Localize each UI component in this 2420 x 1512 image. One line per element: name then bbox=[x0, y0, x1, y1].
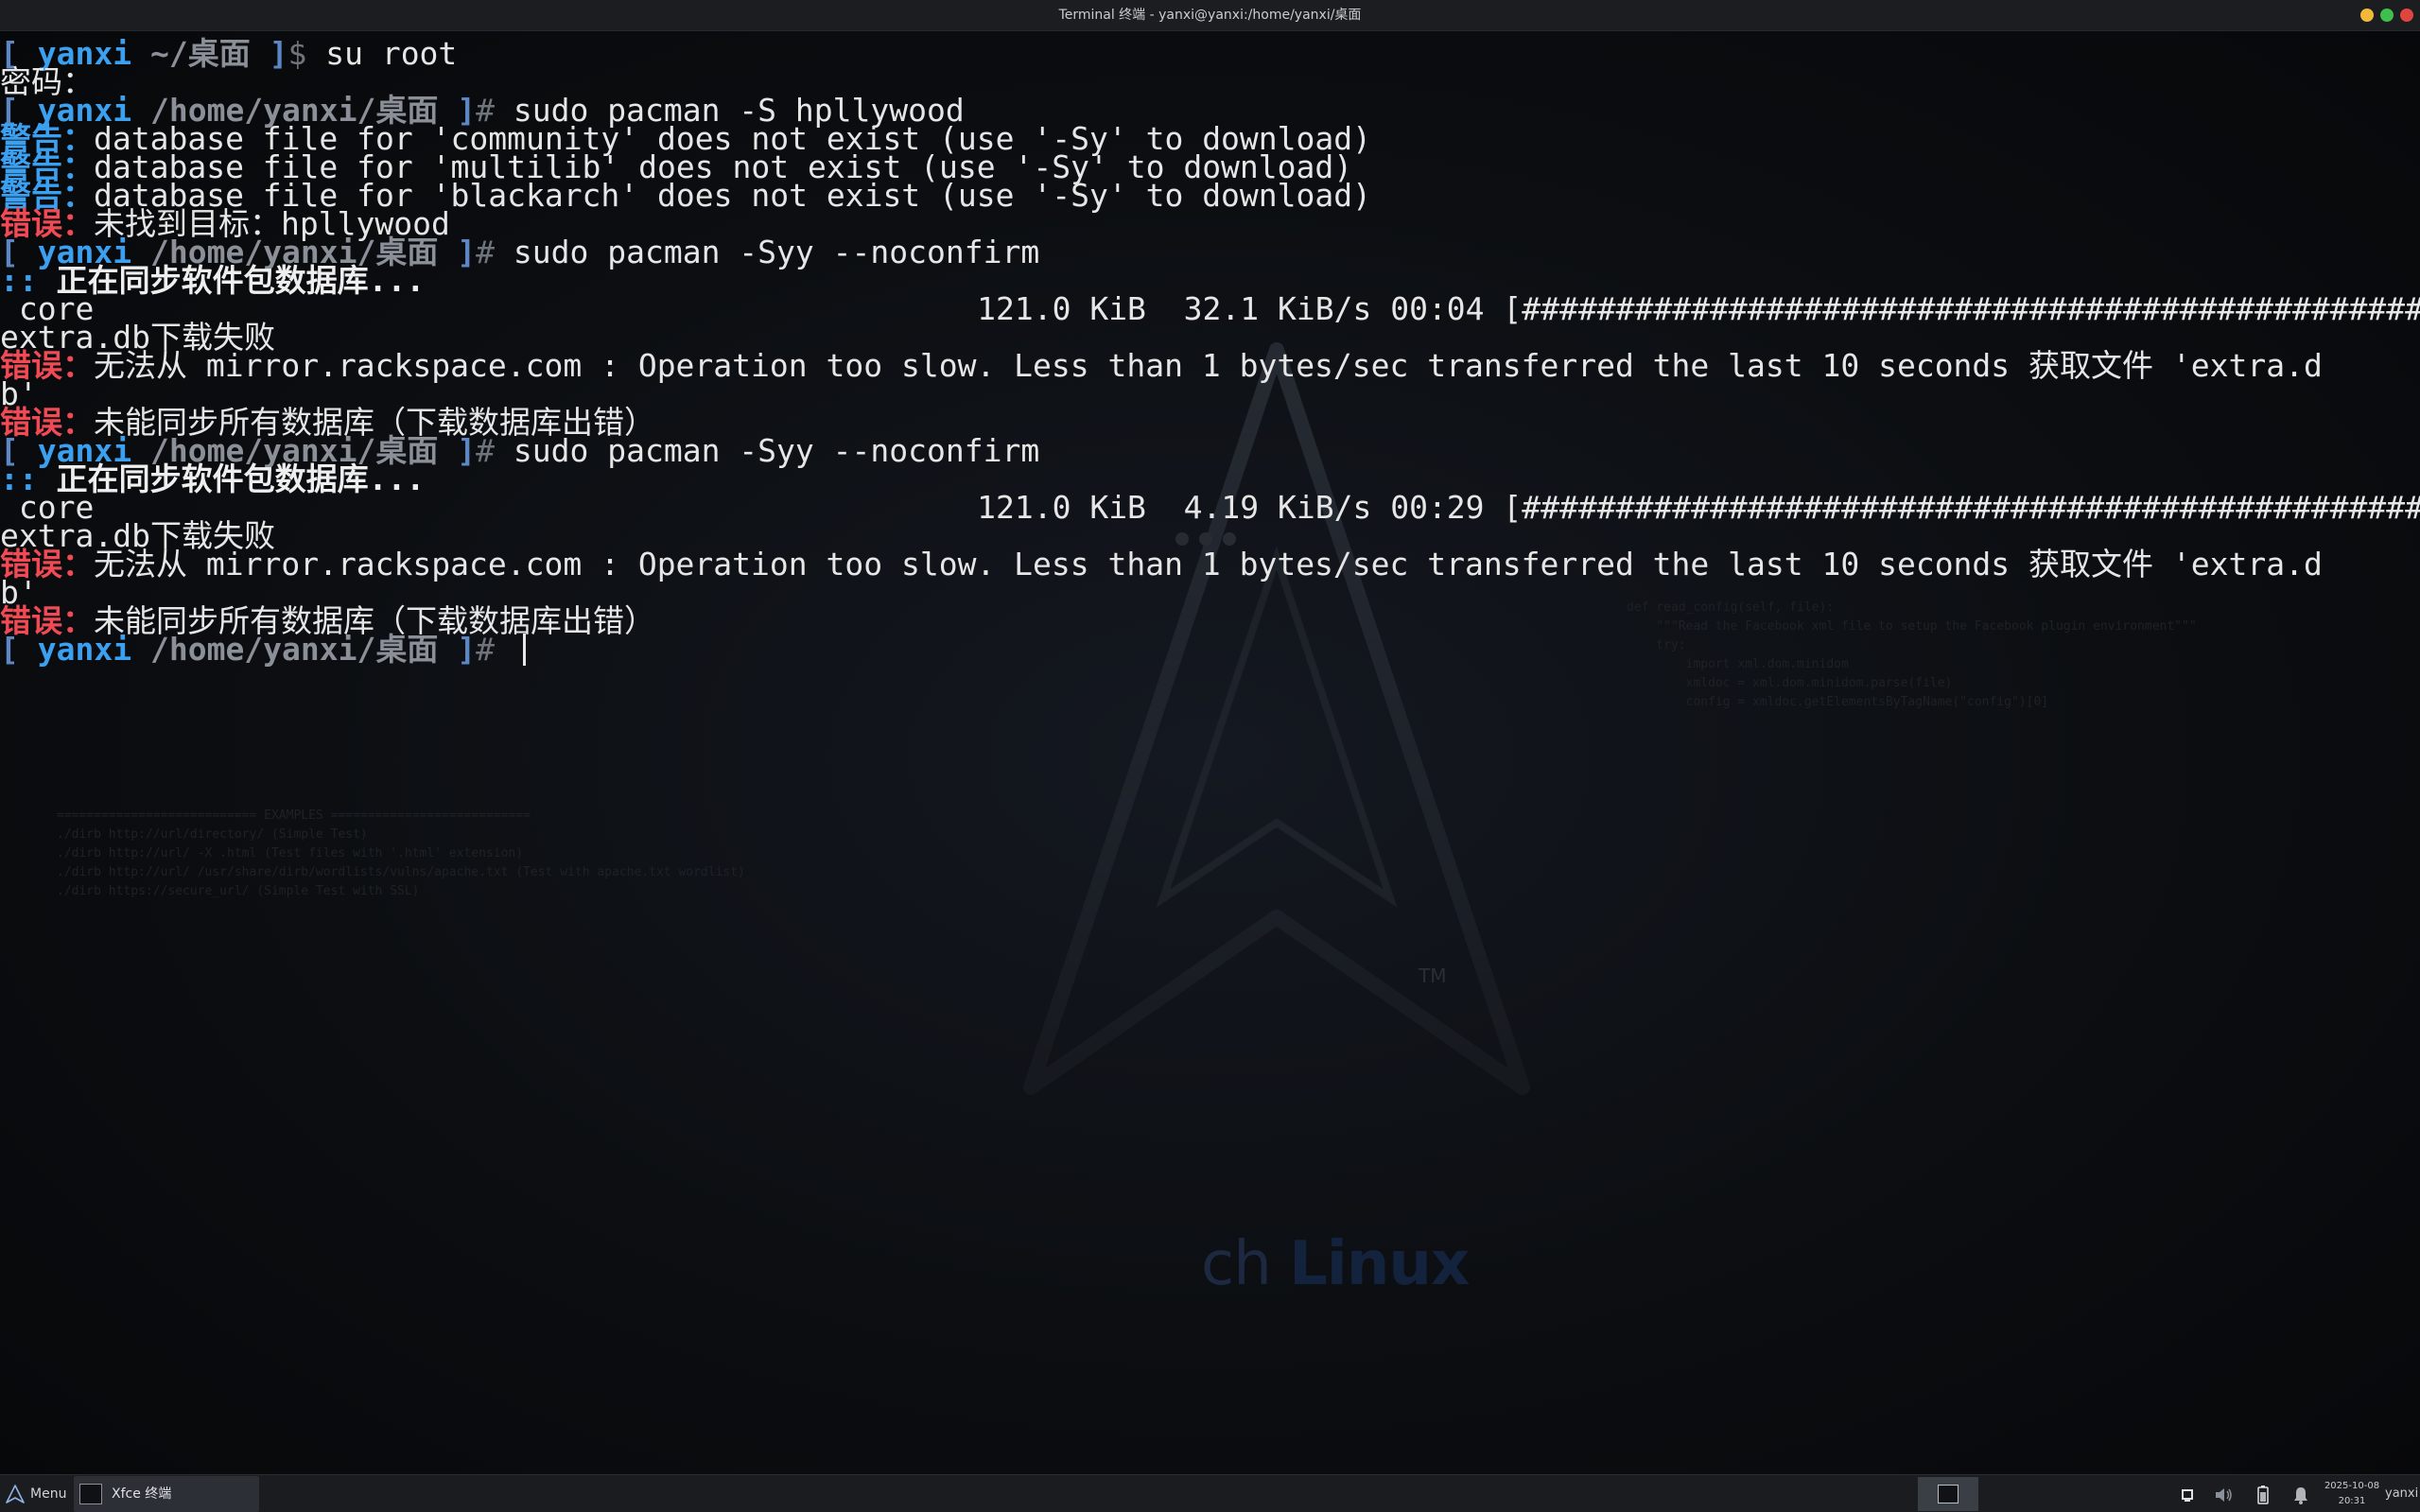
prompt-user: yanxi bbox=[37, 631, 132, 668]
text-cursor bbox=[522, 634, 526, 666]
applications-menu-button[interactable]: Menu bbox=[0, 1475, 72, 1512]
display-icon[interactable] bbox=[2177, 1485, 2198, 1505]
prompt-bracket-close: ] bbox=[438, 234, 477, 270]
terminal-line: 错误：无法从 mirror.rackspace.com : Operation … bbox=[0, 342, 2323, 389]
error-text: 无法从 mirror.rackspace.com : Operation too… bbox=[94, 347, 2323, 384]
taskbar-item-terminal[interactable]: Xfce 终端 bbox=[74, 1476, 259, 1512]
taskbar-item-label: Xfce 终端 bbox=[112, 1486, 172, 1502]
prompt-symbol: # bbox=[476, 631, 514, 668]
prompt-bracket-close: ] bbox=[250, 35, 288, 72]
menu-label: Menu bbox=[30, 1486, 67, 1502]
prompt-bracket-close: ] bbox=[438, 432, 477, 469]
prompt-bracket-open: [ bbox=[0, 631, 38, 668]
terminal-line: [ yanxi /home/yanxi/桌面 ]# bbox=[0, 626, 526, 672]
arch-menu-icon bbox=[6, 1485, 25, 1503]
terminal-line: core 121.0 KiB 32.1 KiB/s 00:04 [#######… bbox=[0, 286, 2420, 332]
taskbar: Menu Xfce 终端 2025-10-08 20:31 yanxi bbox=[0, 1474, 2420, 1512]
prompt-command: su root bbox=[325, 35, 458, 72]
window-title: Terminal 终端 - yanxi@yanxi:/home/yanxi/桌面 bbox=[1058, 8, 1362, 23]
close-button[interactable] bbox=[2400, 9, 2413, 22]
desktop-screen: =========================== EXAMPLES ===… bbox=[0, 0, 2420, 1512]
terminal-icon bbox=[79, 1484, 102, 1504]
prompt-command: sudo pacman -Syy --noconfirm bbox=[513, 234, 1040, 270]
clock-date: 2025-10-08 bbox=[2324, 1481, 2380, 1491]
output-text: core 121.0 KiB 32.1 KiB/s 00:04 [#######… bbox=[0, 290, 2420, 327]
error-text: 无法从 mirror.rackspace.com : Operation too… bbox=[94, 546, 2323, 582]
prompt-path: ~/桌面 bbox=[149, 35, 251, 72]
prompt-symbol: # bbox=[476, 432, 514, 469]
terminal-icon bbox=[1938, 1485, 1959, 1503]
prompt-symbol: $ bbox=[287, 35, 326, 72]
clock-time: 20:31 bbox=[2338, 1496, 2366, 1506]
notification-bell-icon[interactable] bbox=[2290, 1485, 2311, 1505]
minimize-button[interactable] bbox=[2360, 9, 2374, 22]
maximize-button[interactable] bbox=[2380, 9, 2394, 22]
prompt-bracket-close: ] bbox=[438, 631, 477, 668]
terminal-line: core 121.0 KiB 4.19 KiB/s 00:29 [#######… bbox=[0, 484, 2420, 530]
clock[interactable]: 2025-10-08 20:31 bbox=[2323, 1479, 2381, 1509]
terminal-output[interactable]: [ yanxi ~/桌面 ]$ su root 密码：[ yanxi /home/… bbox=[0, 35, 2420, 1466]
prompt-symbol: # bbox=[476, 234, 514, 270]
terminal-line: 错误：无法从 mirror.rackspace.com : Operation … bbox=[0, 541, 2323, 587]
tray-terminal-launcher[interactable] bbox=[1918, 1477, 1978, 1511]
output-text: core 121.0 KiB 4.19 KiB/s 00:29 [#######… bbox=[0, 489, 2420, 526]
prompt-path: /home/yanxi/桌面 bbox=[149, 631, 439, 668]
battery-icon[interactable] bbox=[2253, 1485, 2273, 1505]
user-name[interactable]: yanxi bbox=[2385, 1475, 2420, 1512]
window-titlebar[interactable]: Terminal 终端 - yanxi@yanxi:/home/yanxi/桌面 bbox=[0, 0, 2420, 31]
prompt-command: sudo pacman -Syy --noconfirm bbox=[513, 432, 1040, 469]
volume-icon[interactable] bbox=[2213, 1485, 2234, 1505]
